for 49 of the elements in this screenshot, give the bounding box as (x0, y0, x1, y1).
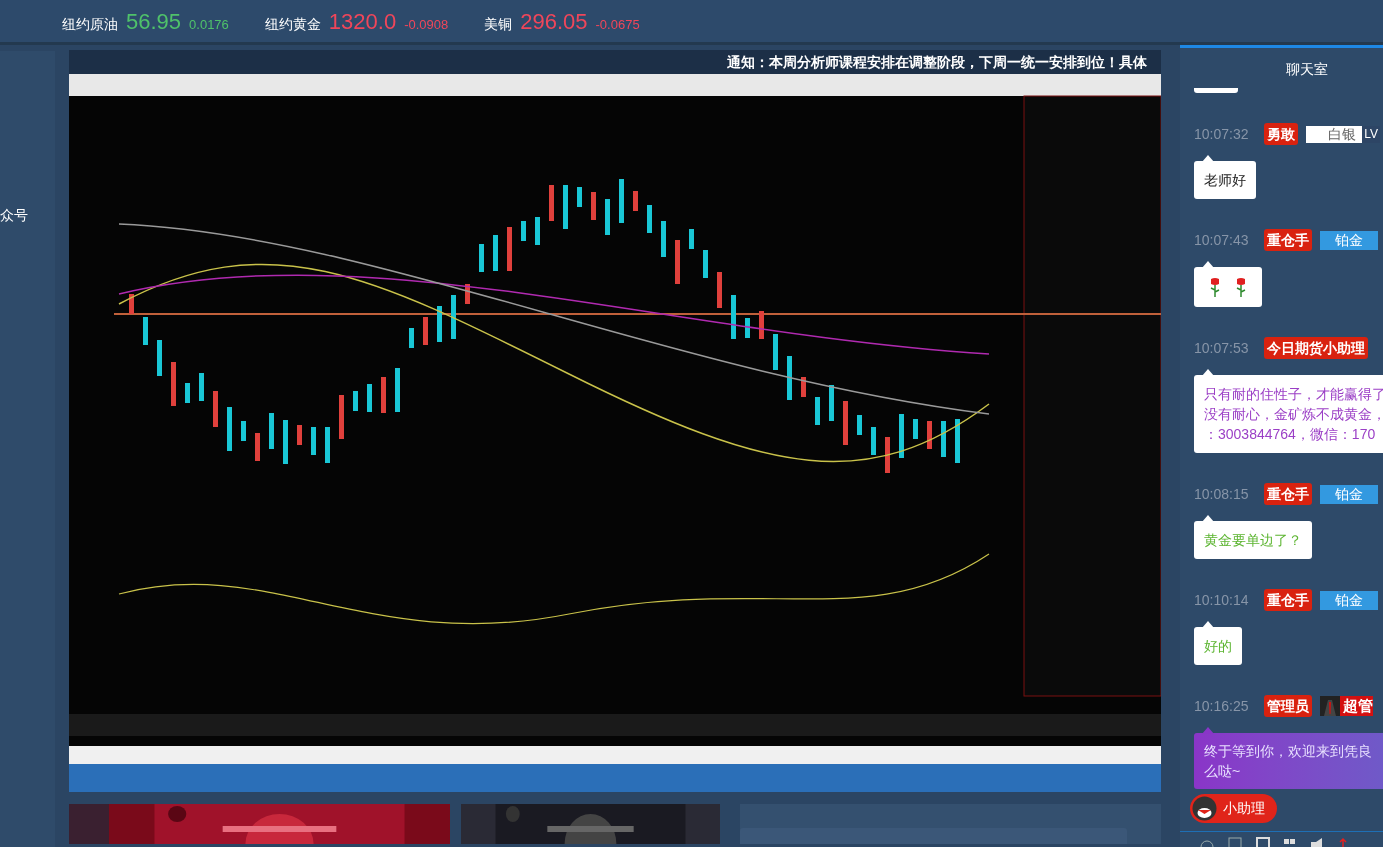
message-time: 10:08:15 (1194, 484, 1250, 504)
rose-icon (1234, 277, 1248, 297)
role-badge: 重仓手 (1264, 589, 1312, 611)
message-time: 10:10:14 (1194, 590, 1250, 610)
chat-bubble (1194, 88, 1238, 93)
speaker-icon[interactable] (1310, 837, 1324, 847)
ticker-price: 296.05 (520, 7, 588, 36)
admin-badge: 超管 (1340, 696, 1373, 716)
role-badge: 重仓手 (1264, 483, 1312, 505)
chat-message-text: 只有耐的住性子，才能赢得了 (1204, 385, 1383, 404)
bubble-notch (1202, 727, 1214, 734)
message-time: 10:07:53 (1194, 338, 1250, 358)
level-badge: 铂金 (1320, 230, 1378, 250)
chat-message-text: 黄金要单边了？ (1204, 531, 1302, 550)
message-time: 10:07:43 (1194, 230, 1250, 250)
ticker-price: 56.95 (126, 7, 182, 36)
chat-title: 聊天室 (1284, 60, 1329, 79)
chat-message-text: 么哒~ (1204, 762, 1242, 781)
level-label: LV (1362, 125, 1380, 143)
ticker-change: -0.0908 (404, 15, 449, 34)
grid-icon[interactable] (1284, 837, 1296, 847)
ticker-name: 纽约黄金 (264, 14, 321, 34)
level-badge: 铂金 (1320, 484, 1378, 504)
helper-button[interactable]: 小助理 (1190, 794, 1277, 823)
ticker-change: -0.0675 (595, 15, 640, 34)
role-badge: 管理员 (1264, 695, 1312, 717)
chat-message-text: 老师好 (1204, 171, 1246, 190)
rose-icon (1208, 277, 1222, 297)
chat-message-text: 好的 (1204, 637, 1232, 656)
chat-message-text: ：3003844764，微信：170 (1204, 425, 1377, 444)
level-badge: 铂金 (1320, 590, 1378, 610)
role-badge: 重仓手 (1264, 229, 1312, 251)
ticker-change: 0.0176 (189, 15, 229, 34)
chat-message-text: 终于等到你，欢迎来到凭良 (1204, 742, 1373, 761)
message-time: 10:16:25 (1194, 696, 1250, 716)
role-badge: 勇敢 (1264, 123, 1298, 145)
ticker-price: 1320.0 (328, 7, 397, 36)
role-badge: 今日期货小助理 (1264, 337, 1368, 359)
ticker-name: 纽约原油 (62, 14, 118, 34)
emoji-icon[interactable] (1200, 837, 1214, 847)
parking-icon[interactable] (1256, 837, 1270, 847)
message-time: 10:07:32 (1194, 124, 1250, 144)
level-badge: 白银 LV (1306, 125, 1380, 143)
penguin-icon (1192, 796, 1217, 821)
side-panel-label: 众号 (0, 206, 29, 225)
suit-icon (1320, 696, 1340, 716)
chat-message-text: 没有耐心，金矿炼不成黄金， (1204, 405, 1383, 424)
notice-text: 通知：本周分析师课程安排在调整阶段，下周一统一安排到位！具体 (727, 52, 1147, 72)
ticker-name: 美铜 (484, 14, 513, 34)
